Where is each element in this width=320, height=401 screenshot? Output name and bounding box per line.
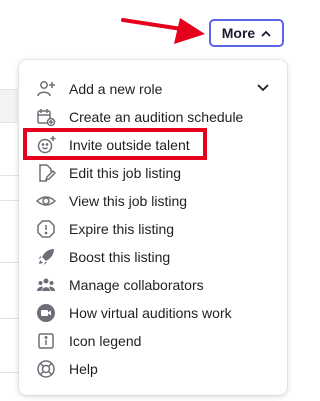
menu-item-label: View this job listing	[69, 193, 188, 209]
chevron-up-icon	[261, 30, 271, 37]
menu-item-label: Invite outside talent	[69, 137, 190, 153]
lifebuoy-icon	[36, 359, 56, 379]
menu-item-view-job-listing[interactable]: View this job listing	[19, 187, 287, 215]
menu-item-label: Boost this listing	[69, 249, 171, 265]
rocket-icon	[36, 247, 56, 267]
menu-item-create-audition-schedule[interactable]: Create an audition schedule	[19, 103, 287, 131]
more-dropdown-menu: Add a new role Create an audition schedu…	[19, 60, 287, 395]
background-divider	[0, 318, 20, 319]
background-row	[0, 89, 18, 123]
background-divider	[0, 262, 20, 263]
menu-item-label: Manage collaborators	[69, 277, 204, 293]
people-icon	[36, 275, 56, 295]
add-person-icon	[36, 79, 56, 99]
menu-item-edit-job-listing[interactable]: Edit this job listing	[19, 159, 287, 187]
chevron-down-icon[interactable]	[257, 84, 269, 92]
background-divider	[0, 175, 20, 176]
menu-item-boost-listing[interactable]: Boost this listing	[19, 243, 287, 271]
menu-item-manage-collaborators[interactable]: Manage collaborators	[19, 271, 287, 299]
menu-item-virtual-auditions[interactable]: How virtual auditions work	[19, 299, 287, 327]
calendar-add-icon	[36, 107, 56, 127]
background-divider	[0, 372, 20, 373]
menu-item-invite-outside-talent[interactable]: Invite outside talent	[19, 131, 287, 159]
menu-item-label: Create an audition schedule	[69, 109, 244, 125]
menu-item-label: Expire this listing	[69, 221, 175, 237]
edit-document-icon	[36, 163, 56, 183]
menu-item-label: Help	[69, 361, 98, 377]
more-button[interactable]: More	[209, 19, 284, 47]
eye-icon	[36, 191, 56, 211]
menu-item-add-role[interactable]: Add a new role	[19, 75, 287, 103]
info-square-icon	[36, 331, 56, 351]
menu-item-label: Icon legend	[69, 333, 142, 349]
more-button-label: More	[221, 25, 256, 41]
menu-item-icon-legend[interactable]: Icon legend	[19, 327, 287, 355]
menu-item-label: How virtual auditions work	[69, 305, 232, 321]
video-icon	[36, 303, 56, 323]
menu-item-expire-listing[interactable]: Expire this listing	[19, 215, 287, 243]
menu-item-label: Add a new role	[69, 81, 163, 97]
background-divider	[0, 200, 20, 201]
alert-circle-icon	[36, 219, 56, 239]
smiley-add-icon	[36, 135, 56, 155]
menu-item-label: Edit this job listing	[69, 165, 182, 181]
menu-item-help[interactable]: Help	[19, 355, 287, 383]
